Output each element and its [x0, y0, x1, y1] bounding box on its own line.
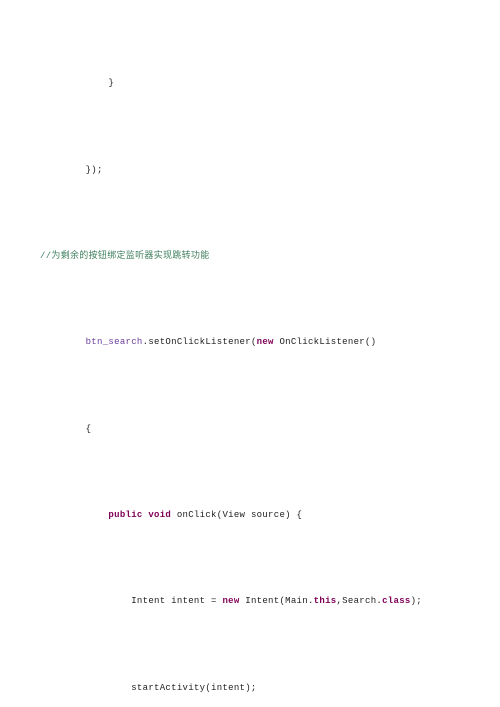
- indent: [40, 510, 86, 520]
- indent: [40, 683, 86, 693]
- intent-decl: Intent intent =: [86, 596, 223, 606]
- keyword-this: this: [314, 596, 337, 606]
- code-block: } }); //为剩余的按钮绑定监听器实现跳转功能 btn_search.set…: [40, 30, 460, 707]
- code-text: });: [40, 165, 103, 175]
- keyword-class: class: [382, 596, 411, 606]
- keyword-public-void: public void: [108, 510, 171, 520]
- keyword-new: new: [222, 596, 239, 606]
- indent: [40, 424, 86, 434]
- keyword-new: new: [257, 337, 274, 347]
- code-comment: //为剩余的按钮绑定监听器实现跳转功能: [40, 251, 210, 261]
- start-activity: startActivity(intent);: [86, 683, 257, 693]
- method-sig: onClick(View source) {: [171, 510, 302, 520]
- indent2: [86, 510, 109, 520]
- indent: [40, 596, 86, 606]
- brace: {: [86, 424, 92, 434]
- comma-target: ,Search.: [336, 596, 382, 606]
- code-text: }: [40, 78, 114, 88]
- paren-close: );: [411, 596, 422, 606]
- indent: [40, 337, 86, 347]
- intent-open: Intent(Main.: [240, 596, 314, 606]
- type: OnClickListener(): [274, 337, 377, 347]
- code-page: } }); //为剩余的按钮绑定监听器实现跳转功能 btn_search.set…: [0, 0, 500, 707]
- identifier: btn_search: [86, 337, 143, 347]
- method-call: .setOnClickListener(: [143, 337, 257, 347]
